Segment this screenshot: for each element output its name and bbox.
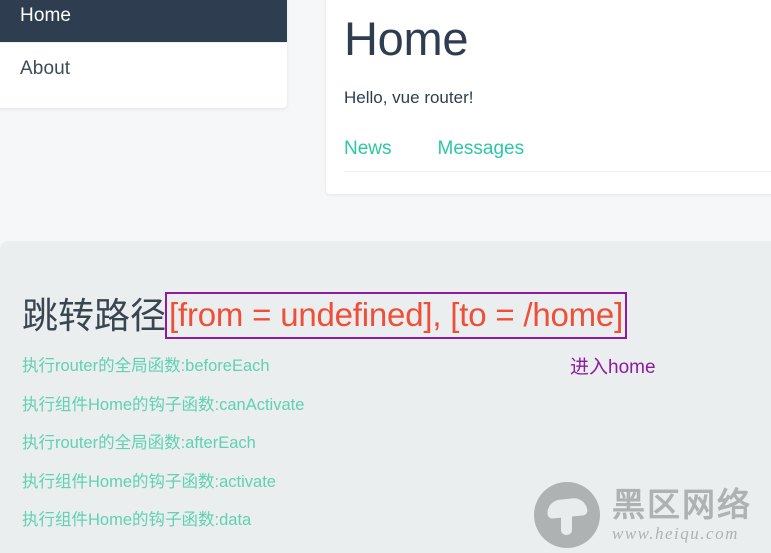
tab-messages[interactable]: Messages bbox=[438, 139, 525, 158]
route-path-label: 跳转路径 bbox=[22, 295, 167, 336]
list-item: 执行组件Home的钩子函数:activate bbox=[22, 472, 276, 491]
enter-home-note: 进入home bbox=[570, 357, 656, 378]
mushroom-icon bbox=[534, 482, 600, 548]
route-value-highlight-box: [from = undefined], [to = /home] bbox=[165, 292, 628, 339]
list-item: 执行router的全局函数:beforeEach bbox=[22, 357, 270, 375]
main-content-card: Home Hello, vue router! News Messages bbox=[326, 0, 771, 195]
tab-news[interactable]: News bbox=[344, 139, 392, 158]
sidebar-nav-card: Home About bbox=[0, 0, 287, 108]
sidebar-bottom-padding bbox=[0, 95, 287, 108]
list-item: 执行组件Home的钩子函数:canActivate bbox=[22, 395, 305, 414]
router-hook-log-list: 执行router的全局函数:beforeEach 执行组件Home的钩子函数:c… bbox=[22, 358, 492, 551]
sidebar-item-label: About bbox=[20, 58, 71, 79]
watermark-text: 黑区网络 www.heiqu.com bbox=[612, 488, 752, 542]
sidebar-item-home[interactable]: Home bbox=[0, 0, 287, 42]
route-value-text: [from = undefined], [to = /home] bbox=[169, 296, 624, 333]
watermark-url: www.heiqu.com bbox=[612, 524, 739, 543]
greeting-text: Hello, vue router! bbox=[344, 88, 474, 108]
top-section: Home About Home Hello, vue router! News … bbox=[0, 0, 771, 241]
sidebar-item-label: Home bbox=[20, 5, 72, 26]
route-transition-line: 跳转路径 [from = undefined], [to = /home] bbox=[22, 292, 628, 339]
page-title: Home bbox=[344, 12, 469, 65]
sidebar-item-about[interactable]: About bbox=[0, 43, 287, 95]
list-item: 执行组件Home的钩子函数:data bbox=[22, 511, 252, 529]
watermark-site-name: 黑区网络 bbox=[612, 486, 752, 523]
list-item: 执行router的全局函数:afterEach bbox=[22, 434, 256, 452]
watermark: 黑区网络 www.heiqu.com bbox=[534, 482, 752, 548]
sub-tab-bar: News Messages bbox=[344, 139, 771, 173]
